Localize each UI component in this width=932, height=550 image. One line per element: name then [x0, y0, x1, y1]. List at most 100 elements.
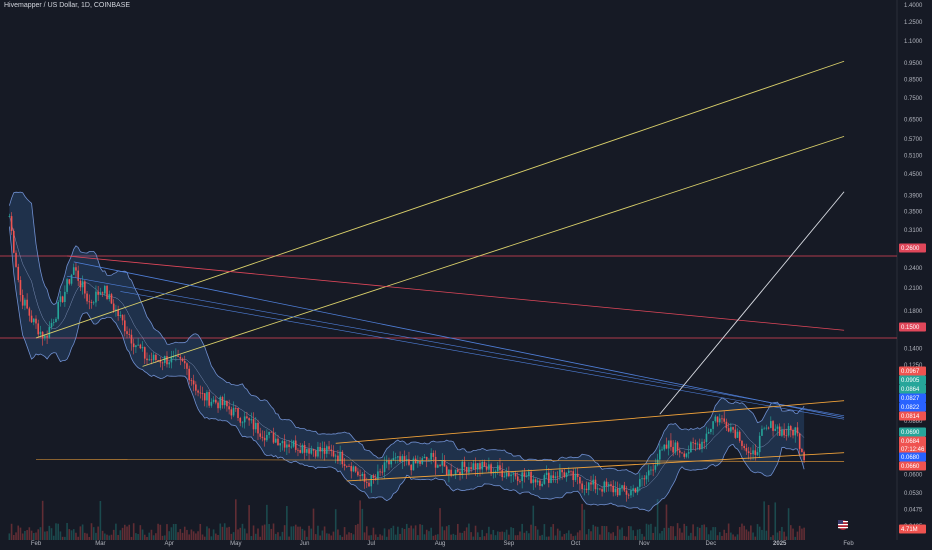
candle-body[interactable] [210, 401, 213, 406]
candle-body[interactable] [57, 301, 59, 319]
candle-body[interactable] [365, 481, 368, 483]
candle-body[interactable] [277, 438, 279, 446]
candle-body[interactable] [201, 392, 204, 394]
candle-body[interactable] [299, 450, 301, 453]
candle-body[interactable] [263, 437, 266, 441]
candle-body[interactable] [685, 453, 688, 457]
candle-body[interactable] [787, 426, 790, 436]
candle-body[interactable] [152, 354, 155, 361]
candle-body[interactable] [499, 465, 501, 471]
candle-body[interactable] [361, 473, 364, 476]
candle-body[interactable] [607, 484, 610, 486]
candle-body[interactable] [601, 489, 603, 492]
candle-body[interactable] [308, 449, 310, 454]
candle-body[interactable] [86, 293, 88, 302]
candle-body[interactable] [421, 458, 424, 464]
candle-body[interactable] [667, 440, 670, 449]
candle-body[interactable] [81, 281, 84, 288]
candle-body[interactable] [341, 451, 344, 465]
candle-body[interactable] [55, 318, 57, 323]
candle-body[interactable] [485, 466, 488, 470]
candle-body[interactable] [146, 358, 148, 361]
candle-body[interactable] [126, 331, 128, 334]
candle-body[interactable] [368, 482, 370, 487]
candle-body[interactable] [694, 442, 697, 445]
candle-body[interactable] [798, 433, 801, 449]
candle-body[interactable] [286, 444, 288, 448]
candle-body[interactable] [758, 435, 761, 453]
candle-body[interactable] [443, 460, 446, 467]
candle-body[interactable] [372, 475, 375, 478]
candle-body[interactable] [328, 446, 330, 450]
candle-body[interactable] [707, 431, 710, 434]
candle-body[interactable] [470, 467, 472, 470]
candle-body[interactable] [279, 443, 281, 446]
candle-body[interactable] [619, 488, 621, 496]
candle-body[interactable] [70, 274, 73, 284]
candle-body[interactable] [317, 446, 319, 457]
candle-body[interactable] [124, 320, 126, 332]
candle-body[interactable] [654, 465, 657, 470]
candle-body[interactable] [208, 392, 210, 406]
candle-body[interactable] [530, 471, 532, 483]
candle-body[interactable] [448, 469, 450, 476]
candle-body[interactable] [663, 444, 666, 450]
candle-body[interactable] [121, 315, 124, 321]
candle-body[interactable] [770, 421, 772, 428]
candle-body[interactable] [581, 483, 583, 490]
candle-body[interactable] [30, 315, 33, 323]
candle-body[interactable] [425, 456, 428, 460]
candle-body[interactable] [390, 460, 392, 465]
candle-body[interactable] [352, 466, 355, 472]
candle-body[interactable] [370, 475, 373, 487]
candle-body[interactable] [52, 322, 55, 324]
candle-body[interactable] [319, 446, 321, 452]
candle-body[interactable] [650, 469, 652, 471]
candle-body[interactable] [288, 444, 290, 447]
candle-body[interactable] [563, 472, 566, 478]
candle-body[interactable] [488, 464, 490, 470]
candle-body[interactable] [79, 280, 82, 288]
candle-body[interactable] [414, 458, 417, 464]
candle-body[interactable] [519, 480, 521, 482]
candle-body[interactable] [665, 444, 668, 449]
candle-body[interactable] [772, 421, 774, 431]
candle-body[interactable] [186, 363, 188, 369]
candle-body[interactable] [743, 445, 745, 449]
candle-body[interactable] [101, 292, 104, 294]
candle-body[interactable] [48, 327, 51, 338]
candle-body[interactable] [803, 452, 805, 461]
candle-body[interactable] [334, 455, 337, 457]
candle-body[interactable] [110, 294, 113, 304]
candle-body[interactable] [230, 409, 233, 416]
candle-body[interactable] [401, 456, 404, 462]
candle-body[interactable] [419, 461, 421, 464]
candle-body[interactable] [66, 279, 68, 292]
candle-body[interactable] [410, 464, 412, 471]
candle-body[interactable] [463, 461, 466, 467]
candle-body[interactable] [550, 475, 552, 483]
candle-body[interactable] [727, 428, 730, 432]
candle-body[interactable] [552, 475, 555, 479]
candle-body[interactable] [614, 488, 617, 493]
candle-body[interactable] [561, 469, 563, 473]
price-chart[interactable]: 1.4000 1.2500 1.1000 0.9500 0.8500 0.7500 0.65… [0, 0, 932, 550]
candle-body[interactable] [10, 216, 13, 231]
candle-body[interactable] [339, 451, 341, 462]
candle-body[interactable] [510, 474, 512, 477]
candle-body[interactable] [35, 318, 37, 324]
candle-body[interactable] [747, 451, 750, 454]
candle-body[interactable] [252, 419, 255, 430]
candle-body[interactable] [232, 407, 235, 416]
candle-body[interactable] [723, 418, 725, 422]
candle-body[interactable] [241, 422, 244, 424]
candle-body[interactable] [61, 296, 64, 303]
candle-body[interactable] [494, 471, 497, 473]
candle-body[interactable] [161, 362, 164, 364]
candle-body[interactable] [203, 393, 206, 401]
candle-body[interactable] [430, 453, 432, 460]
candle-body[interactable] [548, 472, 550, 483]
candle-body[interactable] [223, 400, 226, 406]
candle-body[interactable] [570, 470, 572, 472]
candle-body[interactable] [590, 482, 592, 485]
